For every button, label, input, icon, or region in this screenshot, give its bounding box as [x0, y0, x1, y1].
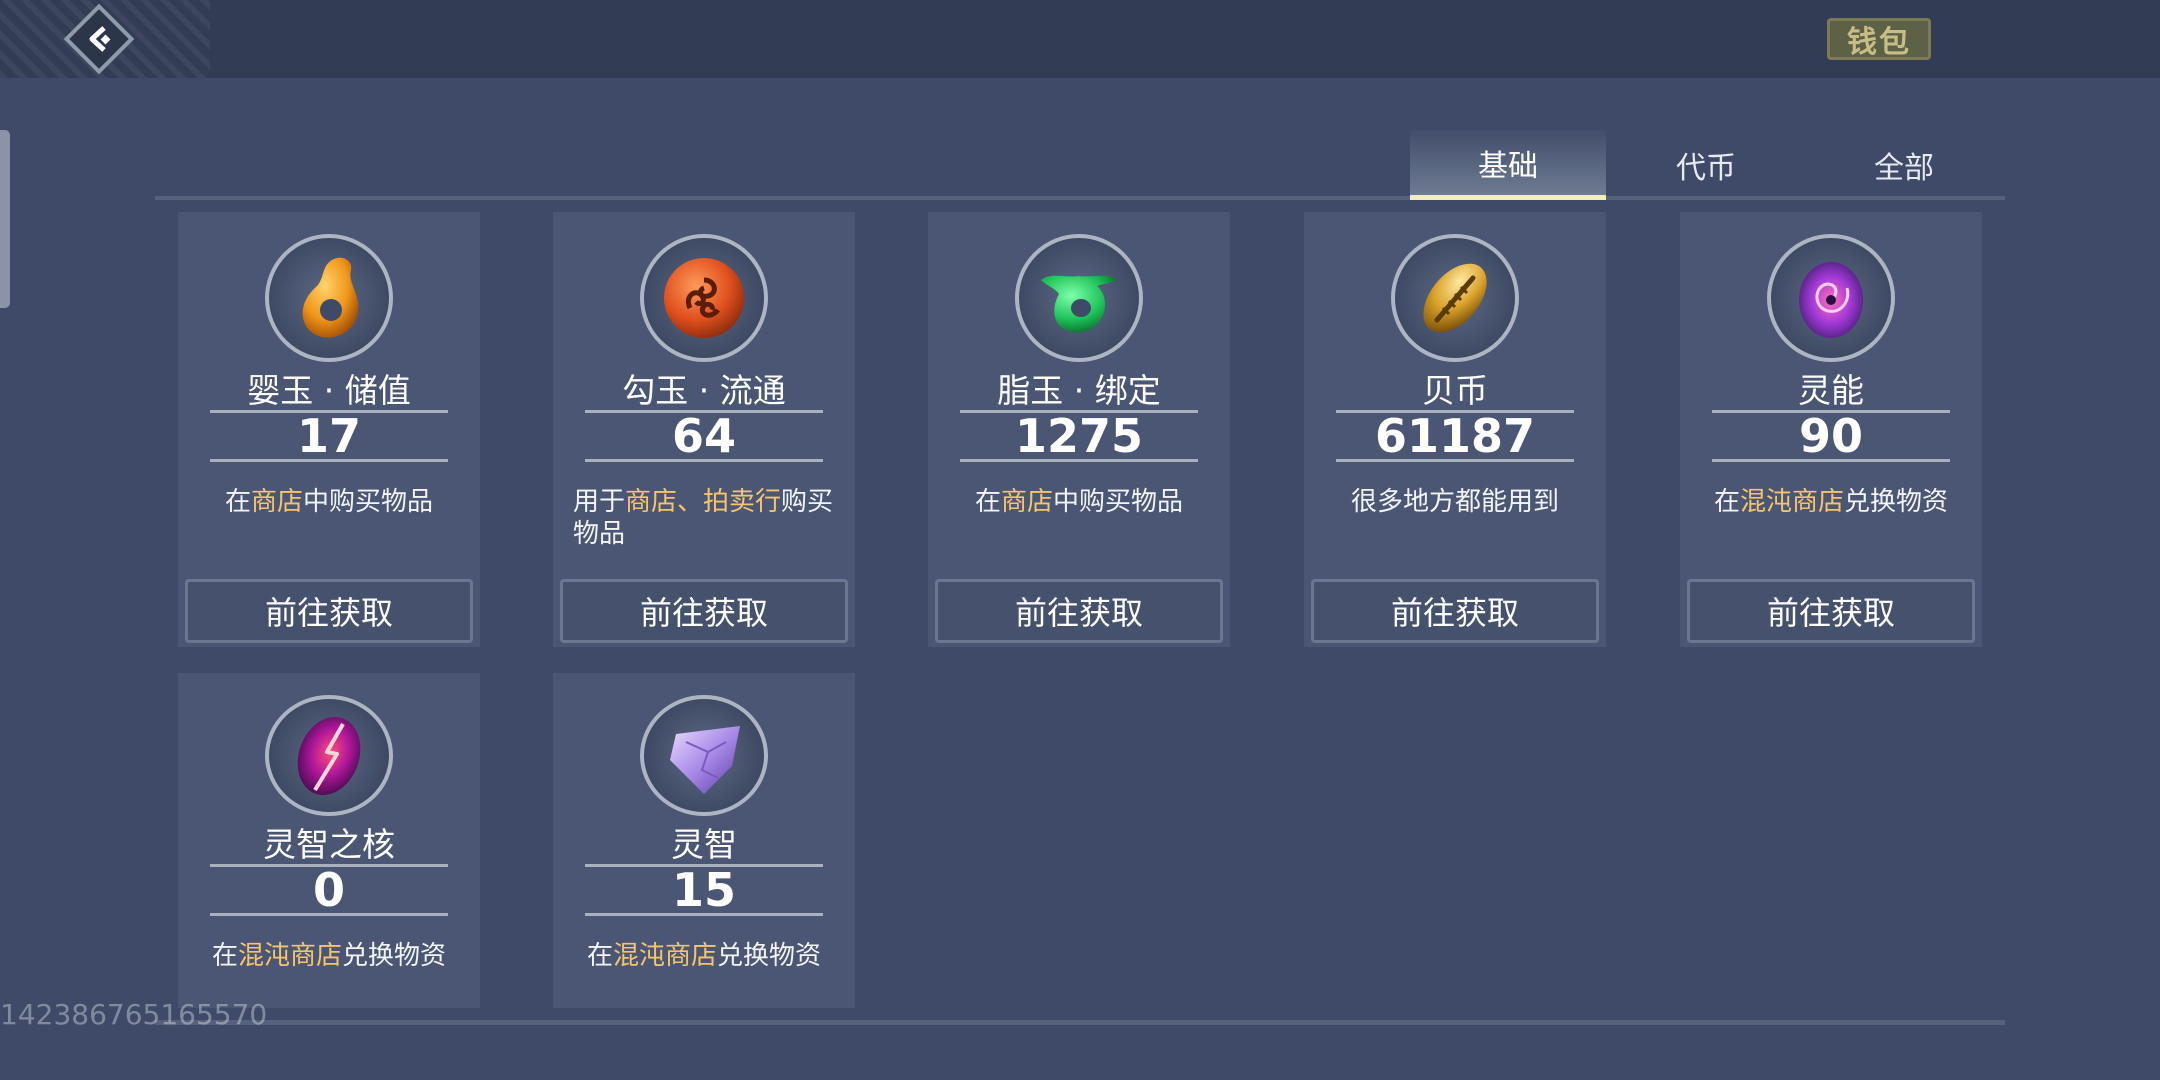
card-description: 用于商店、拍卖行购买物品 — [573, 487, 834, 549]
currency-card-zhiyu: 脂玉 · 绑定 1275 在商店中购买物品 前往获取 — [928, 212, 1230, 647]
tab-all[interactable]: 全部 — [1806, 130, 2002, 200]
card-name: 贝币 — [1422, 371, 1488, 410]
orange-jade-icon — [302, 257, 359, 338]
purple-vortex-icon — [1799, 262, 1863, 338]
card-name: 勾玉 · 流通 — [622, 371, 786, 410]
go-obtain-button[interactable]: 前往获取 — [1687, 579, 1975, 643]
go-obtain-button[interactable]: 前往获取 — [935, 579, 1223, 643]
currency-card-lingneng: 灵能 90 在混沌商店兑换物资 前往获取 — [1680, 212, 1982, 647]
icon-frame — [1767, 234, 1895, 362]
card-description: 在商店中购买物品 — [974, 487, 1184, 517]
violet-crystal-icon — [670, 725, 740, 794]
icon-frame — [640, 234, 768, 362]
tab-tokens[interactable]: 代币 — [1608, 130, 1804, 200]
divider — [1336, 459, 1574, 462]
card-value: 17 — [296, 409, 361, 463]
back-button[interactable] — [62, 2, 136, 76]
magenta-core-icon — [297, 716, 361, 795]
back-arrow-icon — [89, 26, 111, 52]
divider — [585, 913, 823, 916]
tab-basic[interactable]: 基础 — [1410, 130, 1606, 200]
currency-card-lingzhi: 灵智 15 在混沌商店兑换物资 — [553, 673, 855, 1008]
card-description: 在混沌商店兑换物资 — [586, 940, 822, 971]
card-value: 90 — [1798, 409, 1863, 463]
currency-card-yingyu: 婴玉 · 储值 17 在商店中购买物品 前往获取 — [178, 212, 480, 647]
card-description: 在商店中购买物品 — [224, 487, 434, 517]
icon-frame — [265, 695, 393, 817]
red-swirl-jade-icon — [664, 258, 744, 338]
divider — [210, 459, 448, 462]
divider — [210, 913, 448, 916]
card-name: 灵智 — [671, 825, 737, 865]
currency-card-gouyu: 勾玉 · 流通 64 用于商店、拍卖行购买物品 前往获取 — [553, 212, 855, 647]
green-jade-icon — [1041, 275, 1117, 333]
icon-frame — [1015, 234, 1143, 362]
bottom-divider — [155, 1020, 2005, 1025]
card-name: 灵能 — [1798, 371, 1864, 410]
gold-shell-icon — [1423, 263, 1487, 333]
currency-card-beibi: 贝币 61187 很多地方都能用到 前往获取 — [1304, 212, 1606, 647]
divider — [1712, 459, 1950, 462]
currency-card-lingzhi-core: 灵智之核 0 在混沌商店兑换物资 — [178, 673, 480, 1008]
go-obtain-button[interactable]: 前往获取 — [560, 579, 848, 643]
card-value: 61187 — [1374, 409, 1536, 463]
go-obtain-button[interactable]: 前往获取 — [1311, 579, 1599, 643]
icon-frame — [1391, 234, 1519, 362]
divider — [585, 459, 823, 462]
card-name: 灵智之核 — [263, 825, 395, 865]
card-value: 0 — [312, 863, 345, 918]
card-description: 在混沌商店兑换物资 — [1713, 487, 1949, 517]
wallet-badge: 钱包 — [1827, 18, 1931, 60]
card-value: 64 — [671, 409, 736, 463]
user-id: 142386765165570 — [0, 998, 268, 1031]
divider — [960, 459, 1198, 462]
card-name: 脂玉 · 绑定 — [997, 371, 1161, 410]
top-bar: 钱包 — [0, 0, 2160, 78]
card-value: 15 — [671, 863, 736, 918]
scroll-indicator[interactable] — [0, 130, 10, 308]
card-description: 很多地方都能用到 — [1350, 487, 1559, 517]
icon-frame — [265, 234, 393, 362]
icon-frame — [640, 695, 768, 817]
card-value: 1275 — [1014, 409, 1144, 463]
go-obtain-button[interactable]: 前往获取 — [185, 579, 473, 643]
card-name: 婴玉 · 储值 — [247, 371, 411, 410]
